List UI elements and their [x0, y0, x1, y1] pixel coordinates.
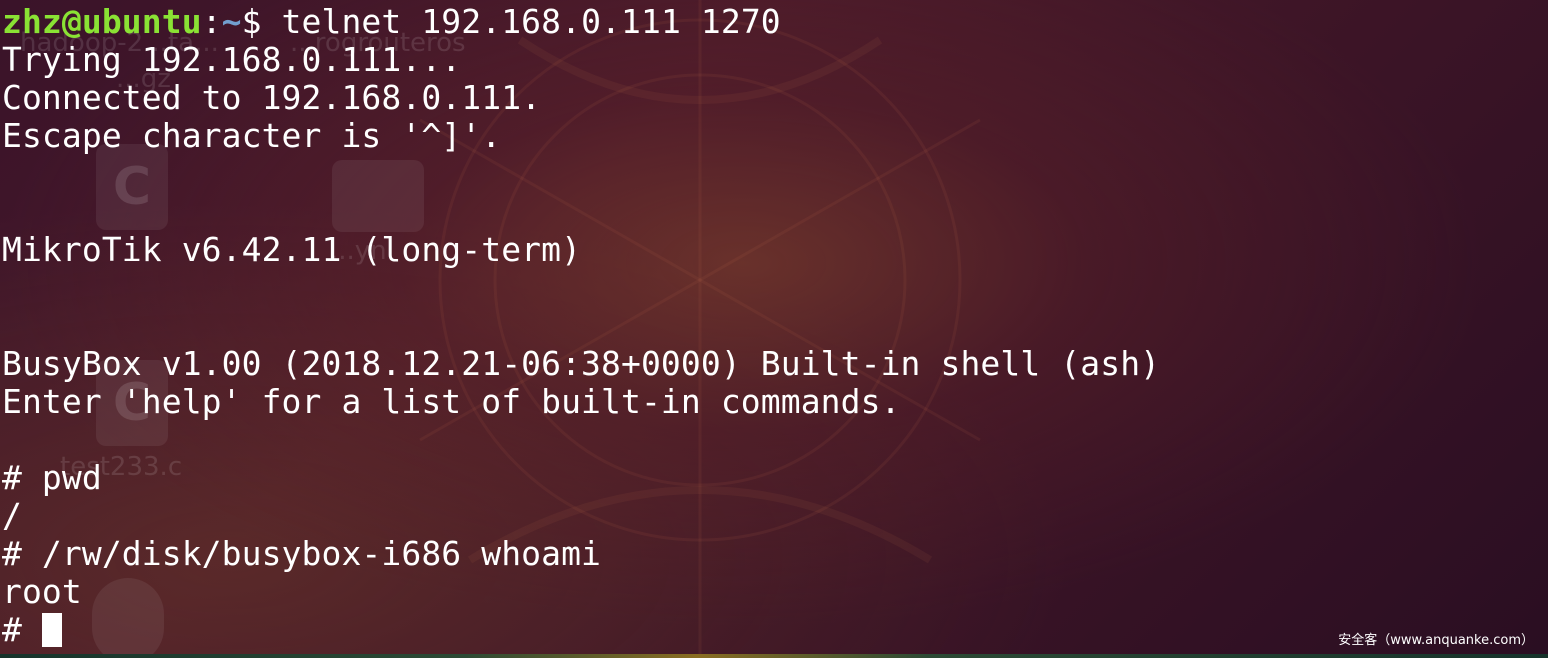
bottom-taskbar-strip — [0, 654, 1548, 658]
output-line: # pwd — [2, 458, 102, 497]
final-prompt: # — [2, 610, 42, 649]
output-line: Escape character is '^]'. — [2, 116, 502, 155]
output-line: / — [2, 496, 22, 535]
command-text: telnet 192.168.0.111 1270 — [261, 2, 781, 41]
output-line: root — [2, 572, 82, 611]
prompt-symbol: $ — [241, 2, 262, 41]
output-line: Connected to 192.168.0.111. — [2, 78, 542, 117]
prompt-user-host: zhz@ubuntu — [2, 2, 202, 41]
text-cursor — [41, 613, 62, 647]
output-line: BusyBox v1.00 (2018.12.21-06:38+0000) Bu… — [2, 344, 1161, 383]
output-line: # /rw/disk/busybox-i686 whoami — [2, 534, 602, 573]
terminal-window[interactable]: zhz@ubuntu:~$ telnet 192.168.0.111 1270 … — [2, 0, 1542, 656]
prompt-path: ~ — [221, 2, 242, 41]
output-line: Trying 192.168.0.111... — [2, 40, 462, 79]
watermark: 安全客（www.anquanke.com） — [1338, 633, 1534, 648]
terminal-input-line[interactable]: # — [2, 611, 62, 649]
output-line: MikroTik v6.42.11 (long-term) — [2, 230, 582, 269]
terminal-command-line: zhz@ubuntu:~$ telnet 192.168.0.111 1270 — [2, 3, 781, 41]
output-line: Enter 'help' for a list of built-in comm… — [2, 382, 901, 421]
prompt-separator: : — [201, 2, 222, 41]
